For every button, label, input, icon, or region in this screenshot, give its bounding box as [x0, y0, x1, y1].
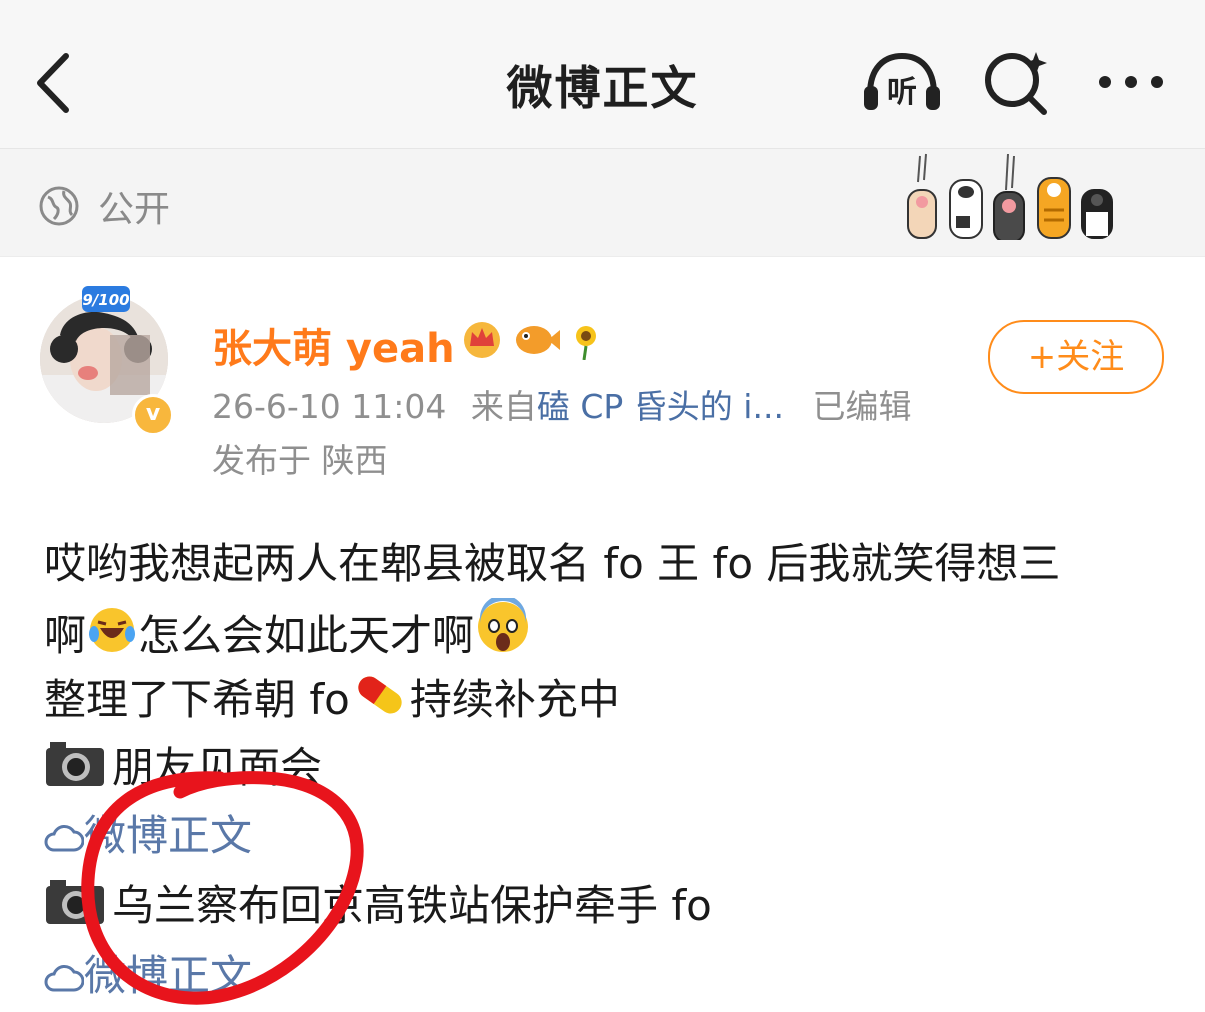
- more-options-icon[interactable]: [1095, 70, 1167, 94]
- avatar-level-badge: 9/100: [82, 286, 130, 312]
- post-text-line: 整理了下希朝 fo 持续补充中: [44, 666, 620, 727]
- source-prefix: 来自: [470, 387, 537, 426]
- cat-paws-decoration-icon: [907, 153, 1113, 240]
- laughing-tears-emoji-icon: [89, 608, 136, 652]
- pill-emoji-icon: [358, 676, 402, 714]
- visibility-label: 公开: [98, 189, 171, 230]
- post-meta: 26-6-10 11:04 来自磕 CP 昏头的 i... 已编辑: [212, 380, 911, 428]
- screaming-face-emoji-icon: [478, 598, 529, 652]
- post-text-segment: 怎么会如此天才啊: [138, 611, 475, 660]
- verified-badge-icon: v: [132, 394, 174, 436]
- post-location: 发布于 陕西: [212, 441, 388, 480]
- post-text-segment: 整理了下希朝 fo: [44, 675, 350, 724]
- globe-icon: [39, 186, 79, 226]
- post-source-link[interactable]: 磕 CP 昏头的 i...: [537, 387, 784, 426]
- post-text-segment: 啊: [44, 611, 87, 660]
- svg-text:9/100: 9/100: [82, 291, 129, 309]
- post-timestamp: 26-6-10 11:04: [212, 387, 447, 426]
- post-text-line: 哎哟我想起两人在郫县被取名 fo 王 fo 后我就笑得想三: [44, 539, 1061, 588]
- post-text-segment: 持续补充中: [409, 675, 620, 724]
- user-badges-icon: [464, 322, 596, 360]
- red-annotation-circle: [81, 771, 364, 1005]
- headphones-listen-icon[interactable]: 听: [860, 50, 944, 114]
- author-name[interactable]: 张大萌 yeah: [212, 316, 455, 374]
- search-icon[interactable]: [982, 48, 1052, 118]
- post-text-line: 啊 怎么会如此天才啊: [44, 598, 532, 663]
- follow-button[interactable]: +关注: [988, 320, 1164, 394]
- listen-label: 听: [887, 75, 917, 110]
- edited-label: 已编辑: [812, 387, 912, 426]
